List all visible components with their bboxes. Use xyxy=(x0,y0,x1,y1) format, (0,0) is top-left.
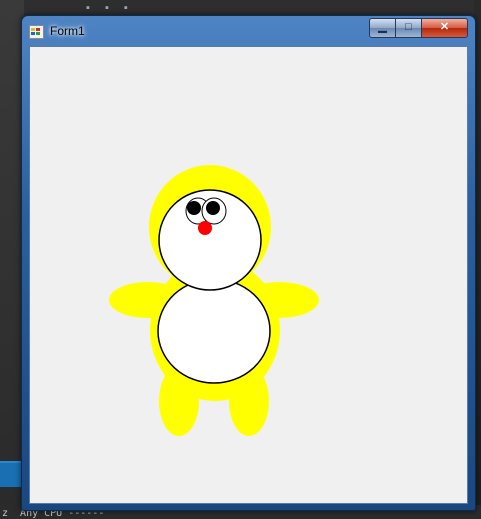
maximize-icon: □ xyxy=(405,21,412,33)
maximize-button[interactable]: □ xyxy=(395,18,422,38)
form-client-area[interactable] xyxy=(29,46,468,504)
minimize-button[interactable]: ▁ xyxy=(369,18,396,38)
nose xyxy=(198,221,212,235)
close-icon: ✕ xyxy=(439,21,450,33)
belly-white xyxy=(157,278,271,384)
close-button[interactable]: ✕ xyxy=(421,18,468,38)
title-bar[interactable]: Form1 ▁ □ ✕ xyxy=(22,16,475,44)
minimize-icon: ▁ xyxy=(378,21,387,33)
ide-toolbar-icons: ▪ ▪ ▪ xyxy=(86,2,134,14)
right-pupil xyxy=(206,201,220,215)
left-pupil xyxy=(187,201,201,215)
window-title: Form1 xyxy=(50,24,85,38)
form-window: Form1 ▁ □ ✕ xyxy=(21,15,476,511)
app-icon[interactable] xyxy=(29,25,44,39)
doraemon-drawing xyxy=(109,165,319,436)
